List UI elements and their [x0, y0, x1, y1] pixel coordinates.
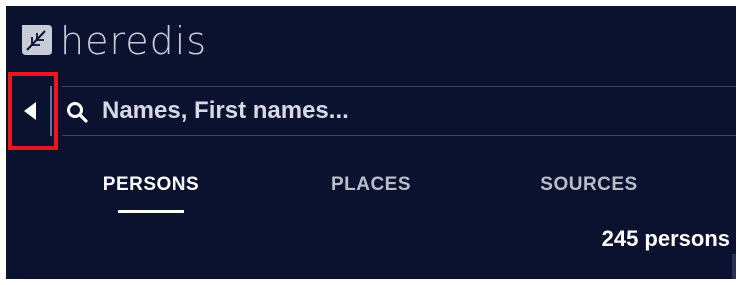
scrollbar[interactable]	[732, 254, 736, 279]
tab-places-label: PLACES	[330, 174, 412, 195]
tab-sources[interactable]: SOURCES	[514, 166, 664, 216]
tab-sources-label: SOURCES	[540, 174, 638, 195]
search-bar	[6, 72, 736, 150]
collapse-divider	[50, 86, 52, 136]
search-icon	[67, 102, 88, 123]
tab-persons[interactable]: PERSONS	[90, 166, 212, 216]
search-bottom-divider	[62, 135, 736, 136]
persons-count: 245 persons	[601, 226, 730, 251]
tab-persons-label: PERSONS	[102, 174, 200, 195]
search-input[interactable]	[98, 93, 726, 129]
header: heredis	[6, 6, 736, 86]
app-logo: heredis	[60, 19, 208, 63]
active-tab-indicator	[118, 210, 184, 213]
caret-left-icon	[24, 102, 36, 120]
search-top-divider	[62, 86, 736, 87]
app-panel: heredis PERSONS PLACES SOURCES 245 perso…	[6, 6, 736, 279]
tab-places[interactable]: PLACES	[306, 166, 436, 216]
leaf-icon	[22, 25, 52, 55]
tab-bar: PERSONS PLACES SOURCES	[6, 166, 736, 218]
